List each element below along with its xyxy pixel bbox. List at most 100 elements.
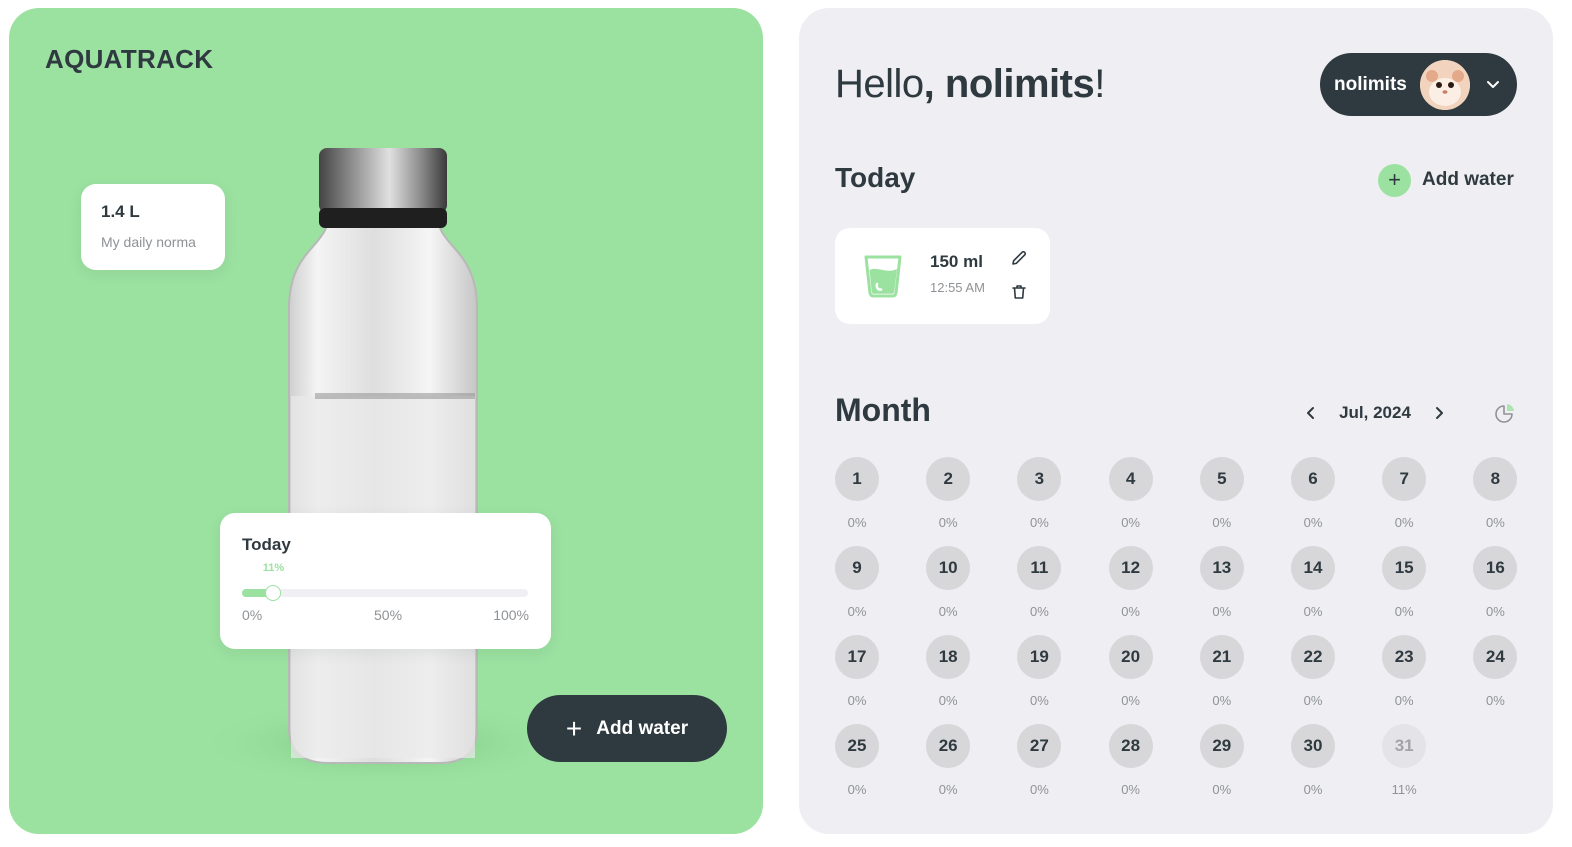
calendar-day-number[interactable]: 2 bbox=[926, 457, 971, 501]
plus-icon: + bbox=[565, 712, 583, 744]
calendar-day[interactable]: 30 0% bbox=[1291, 724, 1335, 797]
calendar-day[interactable]: 14 0% bbox=[1291, 546, 1335, 619]
calendar-day-number[interactable]: 20 bbox=[1108, 635, 1153, 679]
calendar-day-number[interactable]: 27 bbox=[1017, 724, 1062, 768]
calendar-day[interactable]: 7 0% bbox=[1382, 457, 1427, 530]
calendar-day[interactable]: 29 0% bbox=[1199, 724, 1244, 797]
calendar-day-number[interactable]: 26 bbox=[926, 724, 971, 768]
calendar-day-number[interactable]: 18 bbox=[926, 635, 971, 679]
calendar-day[interactable]: 6 0% bbox=[1291, 457, 1335, 530]
today-progress-title: Today bbox=[242, 535, 291, 554]
calendar-day-number[interactable]: 23 bbox=[1382, 635, 1427, 679]
calendar-day[interactable]: 8 0% bbox=[1473, 457, 1518, 530]
calendar-day[interactable]: 26 0% bbox=[926, 724, 971, 797]
calendar-day[interactable]: 10 0% bbox=[926, 546, 971, 619]
calendar-day[interactable]: 23 0% bbox=[1382, 635, 1427, 708]
scale-label-0: 0% bbox=[242, 607, 263, 623]
calendar-day[interactable]: 28 0% bbox=[1108, 724, 1153, 797]
calendar-day-number[interactable]: 3 bbox=[1017, 457, 1062, 501]
calendar-day-number[interactable]: 15 bbox=[1382, 546, 1427, 590]
add-water-link[interactable]: + Add water bbox=[1378, 163, 1514, 197]
calendar-day-percent: 0% bbox=[938, 693, 958, 708]
calendar-day-percent: 0% bbox=[938, 782, 958, 797]
greeting-hello: Hello bbox=[835, 62, 924, 106]
calendar-day-percent: 0% bbox=[1212, 782, 1232, 797]
scale-label-50: 50% bbox=[374, 607, 403, 623]
calendar-day-number[interactable]: 29 bbox=[1199, 724, 1244, 768]
calendar-day-number[interactable]: 19 bbox=[1017, 635, 1062, 679]
glass-icon bbox=[864, 255, 902, 298]
calendar-day-number[interactable]: 8 bbox=[1473, 457, 1518, 501]
calendar-day[interactable]: 16 0% bbox=[1473, 546, 1518, 619]
calendar-day-number[interactable]: 17 bbox=[835, 635, 879, 679]
pie-chart-icon[interactable] bbox=[1494, 402, 1516, 424]
calendar-day[interactable]: 19 0% bbox=[1017, 635, 1062, 708]
calendar-day-number[interactable]: 25 bbox=[835, 724, 879, 768]
calendar-day[interactable]: 17 0% bbox=[835, 635, 879, 708]
calendar-day-percent: 0% bbox=[1485, 515, 1505, 530]
calendar-day-percent: 0% bbox=[1485, 693, 1505, 708]
calendar-day[interactable]: 2 0% bbox=[926, 457, 971, 530]
calendar-day-percent: 0% bbox=[1394, 693, 1414, 708]
calendar-day-percent: 0% bbox=[1303, 693, 1323, 708]
calendar-day[interactable]: 4 0% bbox=[1108, 457, 1153, 530]
calendar-day-number[interactable]: 10 bbox=[926, 546, 971, 590]
app-logo: AQUATRACK bbox=[45, 44, 214, 74]
calendar-day[interactable]: 25 0% bbox=[835, 724, 879, 797]
calendar-day[interactable]: 27 0% bbox=[1017, 724, 1062, 797]
calendar-day-number[interactable]: 6 bbox=[1291, 457, 1335, 501]
calendar-day-number[interactable]: 30 bbox=[1291, 724, 1335, 768]
calendar-day[interactable]: 15 0% bbox=[1382, 546, 1427, 619]
calendar-day[interactable]: 18 0% bbox=[926, 635, 971, 708]
calendar-day-number[interactable]: 11 bbox=[1017, 546, 1062, 590]
calendar-day[interactable]: 3 0% bbox=[1017, 457, 1062, 530]
calendar-day-number[interactable]: 16 bbox=[1473, 546, 1518, 590]
calendar-day[interactable]: 13 0% bbox=[1199, 546, 1244, 619]
hero-panel: AQUATRACK 1.4 L My daily norma Today 11%… bbox=[9, 8, 763, 834]
add-water-link-label: Add water bbox=[1422, 169, 1514, 190]
calendar-day-percent: 0% bbox=[1212, 693, 1232, 708]
progress-track bbox=[242, 585, 528, 601]
calendar-day-percent: 0% bbox=[1121, 782, 1140, 797]
calendar-day-number[interactable]: 22 bbox=[1291, 635, 1335, 679]
calendar-day-number[interactable]: 28 bbox=[1108, 724, 1153, 768]
calendar-day-number[interactable]: 4 bbox=[1108, 457, 1153, 501]
calendar-day-percent: 0% bbox=[847, 693, 867, 708]
calendar-day-number[interactable]: 24 bbox=[1473, 635, 1518, 679]
calendar-day-number[interactable]: 7 bbox=[1382, 457, 1427, 501]
calendar-day[interactable]: 31 11% bbox=[1382, 724, 1427, 797]
water-entry-card: 150 ml 12:55 AM bbox=[835, 228, 1050, 324]
calendar-day-percent: 0% bbox=[1212, 515, 1232, 530]
calendar-day[interactable]: 20 0% bbox=[1108, 635, 1153, 708]
add-water-button[interactable]: + Add water bbox=[527, 695, 727, 762]
calendar-day-percent: 0% bbox=[938, 604, 958, 619]
chevron-left-icon[interactable] bbox=[1302, 404, 1320, 422]
calendar-day[interactable]: 21 0% bbox=[1199, 635, 1244, 708]
calendar-day-number[interactable]: 31 bbox=[1382, 724, 1427, 768]
calendar-day-number[interactable]: 13 bbox=[1199, 546, 1244, 590]
calendar-day[interactable]: 22 0% bbox=[1291, 635, 1335, 708]
calendar-day[interactable]: 5 0% bbox=[1199, 457, 1244, 530]
calendar-day-number[interactable]: 9 bbox=[835, 546, 879, 590]
calendar-day-number[interactable]: 5 bbox=[1199, 457, 1244, 501]
calendar-day-number[interactable]: 14 bbox=[1291, 546, 1335, 590]
calendar-day[interactable]: 9 0% bbox=[835, 546, 879, 619]
calendar-day-percent: 0% bbox=[1121, 515, 1140, 530]
plus-circle-icon: + bbox=[1378, 163, 1411, 197]
calendar-day[interactable]: 11 0% bbox=[1017, 546, 1062, 619]
calendar-day-number[interactable]: 12 bbox=[1108, 546, 1153, 590]
calendar-day-percent: 0% bbox=[1303, 515, 1323, 530]
calendar-day-percent: 0% bbox=[1121, 604, 1140, 619]
calendar-day-number[interactable]: 1 bbox=[835, 457, 879, 501]
calendar-day-number[interactable]: 21 bbox=[1199, 635, 1244, 679]
progress-slider-thumb[interactable] bbox=[265, 585, 282, 601]
pencil-icon[interactable] bbox=[1010, 249, 1028, 267]
calendar-day[interactable]: 1 0% bbox=[835, 457, 879, 530]
calendar-day[interactable]: 12 0% bbox=[1108, 546, 1153, 619]
chevron-right-icon[interactable] bbox=[1430, 404, 1448, 422]
month-navigator: Jul, 2024 bbox=[1302, 401, 1448, 425]
calendar-day[interactable]: 24 0% bbox=[1473, 635, 1518, 708]
trash-icon[interactable] bbox=[1010, 283, 1028, 301]
calendar-day-percent: 0% bbox=[1121, 693, 1140, 708]
user-menu-button[interactable]: nolimits bbox=[1320, 53, 1517, 116]
